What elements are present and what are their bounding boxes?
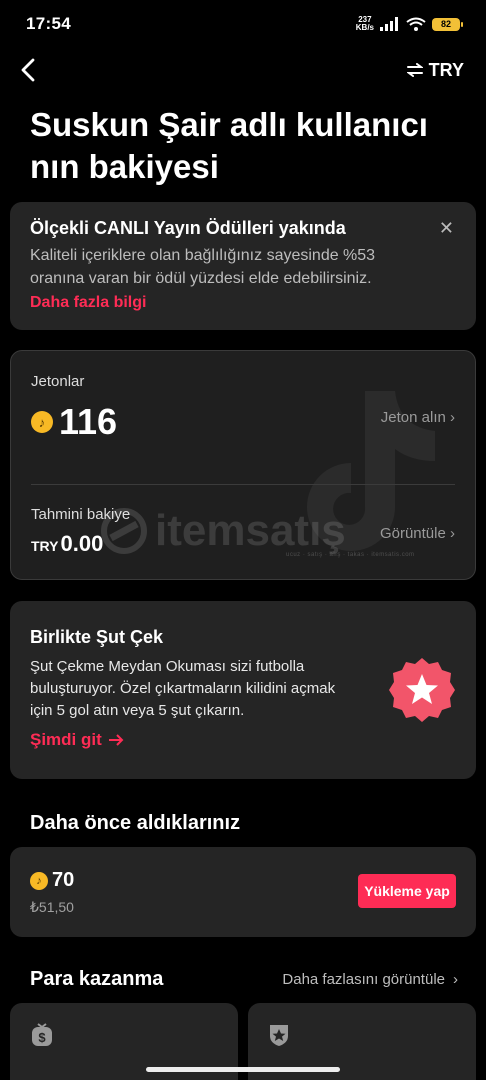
notice-body: Kaliteli içeriklere olan bağlılığınız sa… [30, 247, 376, 287]
network-speed: 237 KB/s [355, 15, 374, 32]
history-coins: ♪ 70 [30, 869, 74, 892]
signal-icon [380, 17, 398, 31]
status-time: 17:54 [26, 14, 71, 33]
currency-label: TRY [428, 59, 464, 80]
swap-arrows-icon [406, 63, 423, 77]
view-more-link[interactable]: Daha fazlasını görüntüle › [282, 971, 458, 988]
history-price: ₺51,50 [30, 899, 74, 915]
home-indicator[interactable] [146, 1067, 340, 1072]
wifi-icon [406, 17, 426, 31]
currency-code: TRY [31, 538, 59, 554]
battery-icon: 82 [432, 17, 463, 31]
svg-text:$: $ [38, 1030, 46, 1045]
star-badge-icon [389, 658, 455, 722]
arrow-right-icon [108, 734, 124, 746]
coins-value: 116 [59, 401, 118, 442]
watermark-subtext: ucuz · satış · alış · takas · itemsatis.… [286, 552, 415, 558]
chevron-left-icon[interactable] [18, 57, 40, 83]
notice-title: Ölçekli CANLI Yayın Ödülleri yakında [30, 218, 346, 238]
balance-card: Jetonlar ♪ 116 Jeton alın › Tahmini baki… [10, 350, 476, 580]
status-icons: 237 KB/s 82 [355, 15, 463, 32]
view-balance-link[interactable]: Görüntüle › [380, 525, 455, 542]
tiktok-coin-icon: ♪ [30, 871, 48, 890]
shield-star-icon [270, 1025, 288, 1046]
tiktok-coin-icon: ♪ [31, 411, 53, 433]
watermark-logo-icon [101, 508, 147, 554]
nav-bar: TRY [0, 50, 486, 90]
divider [31, 484, 455, 485]
close-icon[interactable]: ✕ [439, 218, 454, 239]
history-section-title: Daha önce aldıklarınız [30, 812, 241, 834]
promo-body: Şut Çekme Meydan Okuması sizi futbolla b… [30, 658, 336, 719]
earnings-section-title: Para kazanma [30, 968, 164, 990]
go-now-link[interactable]: Şimdi git [30, 730, 456, 750]
promo-title: Birlikte Şut Çek [30, 627, 164, 647]
watermark: itemsatış [101, 506, 346, 556]
recharge-button[interactable]: Yükleme yap [358, 874, 456, 908]
page-title: Suskun Şair adlı kullanıcı nın bakiyesi [30, 106, 428, 185]
money-bag-icon: $ [32, 1023, 52, 1046]
live-rewards-notice: Ölçekli CANLI Yayın Ödülleri yakında Kal… [10, 202, 476, 330]
currency-switch-button[interactable]: TRY [406, 59, 464, 81]
estimated-balance-value: 0.00 [60, 531, 104, 556]
status-bar: 17:54 237 KB/s 82 [0, 0, 486, 48]
coins-label: Jetonlar [31, 373, 85, 390]
get-coins-link[interactable]: Jeton alın › [381, 409, 455, 426]
learn-more-link[interactable]: Daha fazla bilgi [30, 294, 456, 312]
shoot-together-promo: Birlikte Şut Çek Şut Çekme Meydan Okumas… [10, 601, 476, 779]
history-card: ♪ 70 ₺51,50 Yükleme yap [10, 847, 476, 937]
